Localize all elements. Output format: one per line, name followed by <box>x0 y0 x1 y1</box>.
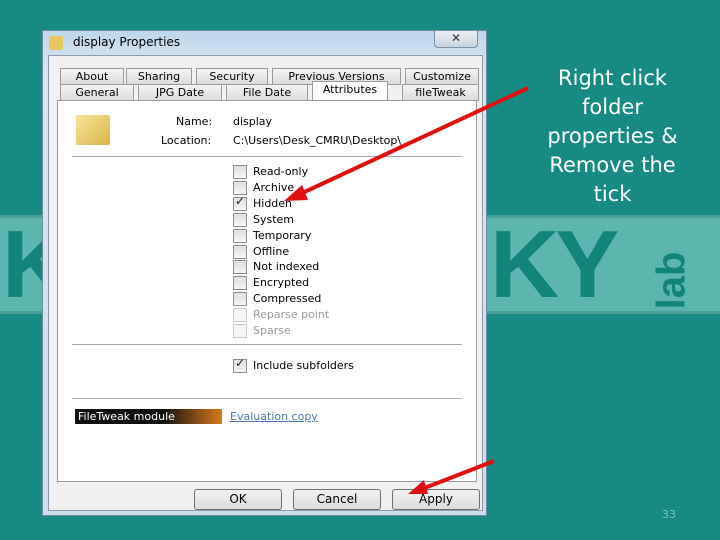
annotation-arrows <box>284 86 529 494</box>
page-number: 33 <box>662 508 676 521</box>
arrow-to-hidden <box>297 86 529 197</box>
arrowhead-icon <box>284 185 308 201</box>
check-icon: ✓ <box>235 193 246 208</box>
arrowhead-icon <box>408 480 428 494</box>
arrow-to-apply <box>421 459 495 491</box>
